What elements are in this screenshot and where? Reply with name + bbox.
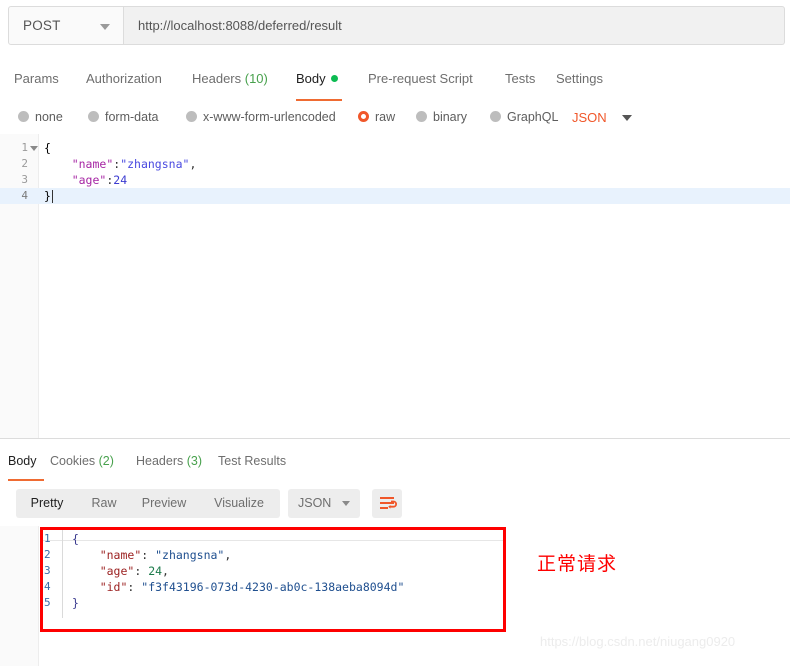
code-fold-arrow-icon[interactable] (30, 146, 38, 151)
watermark-text: https://blog.csdn.net/niugang0920 (540, 634, 736, 649)
chevron-down-icon (100, 24, 110, 30)
tab-label: Headers (136, 454, 184, 468)
tab-count-badge: (3) (183, 454, 202, 468)
body-type-label: raw (375, 110, 396, 124)
response-view-raw[interactable]: Raw (78, 489, 130, 518)
tab-label: Test Results (218, 454, 287, 468)
line-number: 4 (21, 189, 28, 202)
chevron-down-icon (342, 501, 350, 506)
request-url-bar: POST http://localhost:8088/deferred/resu… (0, 0, 790, 57)
tab-label: Body (8, 454, 37, 468)
line-number: 3 (21, 173, 28, 186)
response-tab-headers[interactable]: Headers (3) (136, 441, 202, 481)
line-number: 4 (44, 580, 51, 593)
tab-label: Tests (505, 71, 536, 86)
response-editor-indent-guide (62, 528, 63, 618)
response-format-selector[interactable]: JSON (288, 489, 360, 518)
response-tab-bar: Body Cookies (2) Headers (3) Test Results (0, 441, 790, 482)
body-type-radio-binary[interactable]: binary (416, 101, 467, 134)
radio-button-icon (416, 111, 427, 123)
line-number: 1 (21, 141, 28, 154)
request-tab-settings[interactable]: Settings (556, 56, 603, 101)
code-text: "name":"zhangsna", (71, 157, 197, 171)
code-text: { (44, 141, 51, 155)
wrap-lines-button[interactable] (372, 489, 402, 518)
response-toolbar: Pretty Raw Preview Visualize JSON (0, 481, 790, 526)
response-tab-test-results[interactable]: Test Results (218, 441, 286, 481)
body-type-radio-x-www-form-urlencoded[interactable]: x-www-form-urlencoded (186, 101, 336, 134)
code-text: "id": "f3f43196-073d-4230-ab0c-138aeba80… (99, 580, 405, 594)
body-type-radio-form-data[interactable]: form-data (88, 101, 159, 134)
request-tab-pre-request-script[interactable]: Pre-request Script (368, 56, 473, 101)
http-method-label: POST (23, 18, 61, 33)
response-view-mode-group: Pretty Raw Preview Visualize (16, 489, 280, 518)
radio-button-icon (88, 111, 99, 123)
body-type-label: form-data (105, 110, 159, 124)
response-view-pretty[interactable]: Pretty (16, 489, 78, 518)
tab-label: Body (296, 71, 326, 86)
response-format-label: JSON (298, 496, 332, 510)
code-text: } (72, 596, 79, 610)
response-editor-top-rule (43, 540, 505, 541)
radio-button-icon (18, 111, 29, 123)
request-tab-bar: Params Authorization Headers (10) Body Pre-r… (0, 56, 790, 102)
request-code-line: 3 "age":24 (0, 172, 790, 188)
tab-label: Pre-request Script (368, 71, 473, 86)
line-number: 2 (21, 157, 28, 170)
response-tab-cookies[interactable]: Cookies (2) (50, 441, 114, 481)
line-number: 2 (44, 548, 51, 561)
code-text: } (44, 189, 51, 203)
request-tab-headers[interactable]: Headers (10) (192, 56, 268, 101)
tab-label: Params (14, 71, 59, 86)
request-url-value: http://localhost:8088/deferred/result (138, 18, 342, 33)
body-type-radio-none[interactable]: none (18, 101, 63, 134)
body-present-indicator-icon (330, 75, 338, 83)
body-type-label: none (35, 110, 63, 124)
response-view-preview[interactable]: Preview (130, 489, 198, 518)
request-code-line: 2 "name":"zhangsna", (0, 156, 790, 172)
request-tab-tests[interactable]: Tests (505, 56, 535, 101)
request-body-format-label: JSON (572, 110, 607, 125)
request-body-format-selector[interactable]: JSON (572, 101, 633, 134)
wrap-lines-icon (380, 497, 397, 509)
request-tab-params[interactable]: Params (14, 56, 59, 101)
code-text: "name": "zhangsna", (99, 548, 232, 562)
code-text: "age":24 (71, 173, 128, 187)
response-tab-body[interactable]: Body (8, 441, 37, 481)
line-number: 5 (44, 596, 51, 609)
request-body-type-row: JSON none form-data x-www-form-urlencoded r… (0, 101, 790, 134)
code-text: "age": 24, (99, 564, 169, 578)
chevron-down-icon (622, 114, 633, 121)
body-type-label: x-www-form-urlencoded (203, 110, 336, 124)
request-tab-body[interactable]: Body (296, 56, 338, 101)
line-number: 1 (44, 532, 51, 545)
tab-label: Headers (192, 71, 242, 86)
body-type-label: GraphQL (507, 110, 559, 124)
radio-button-icon (358, 111, 369, 123)
tab-count-badge: (10) (241, 71, 268, 86)
radio-button-icon (186, 111, 197, 123)
request-tab-authorization[interactable]: Authorization (86, 56, 162, 101)
request-url-input[interactable]: http://localhost:8088/deferred/result (124, 6, 785, 45)
body-type-label: binary (433, 110, 468, 124)
request-body-editor[interactable]: 1{2 "name":"zhangsna", 3 "age":24 4} (0, 134, 790, 438)
tab-label: Authorization (86, 71, 162, 86)
text-caret (52, 190, 53, 203)
line-number: 3 (44, 564, 51, 577)
response-view-visualize[interactable]: Visualize (198, 489, 280, 518)
body-type-radio-graphql[interactable]: GraphQL (490, 101, 558, 134)
body-type-radio-raw[interactable]: raw (358, 101, 395, 134)
tab-count-badge: (2) (95, 454, 114, 468)
request-code-line: 4} (0, 188, 790, 204)
tab-label: Cookies (50, 454, 96, 468)
http-method-selector[interactable]: POST (8, 6, 124, 45)
request-code-line: 1{ (0, 140, 790, 156)
code-text: { (72, 532, 79, 546)
response-editor-gutter (0, 526, 39, 666)
tab-label: Settings (556, 71, 603, 86)
radio-button-icon (490, 111, 501, 123)
annotation-label: 正常请求 (537, 553, 618, 575)
